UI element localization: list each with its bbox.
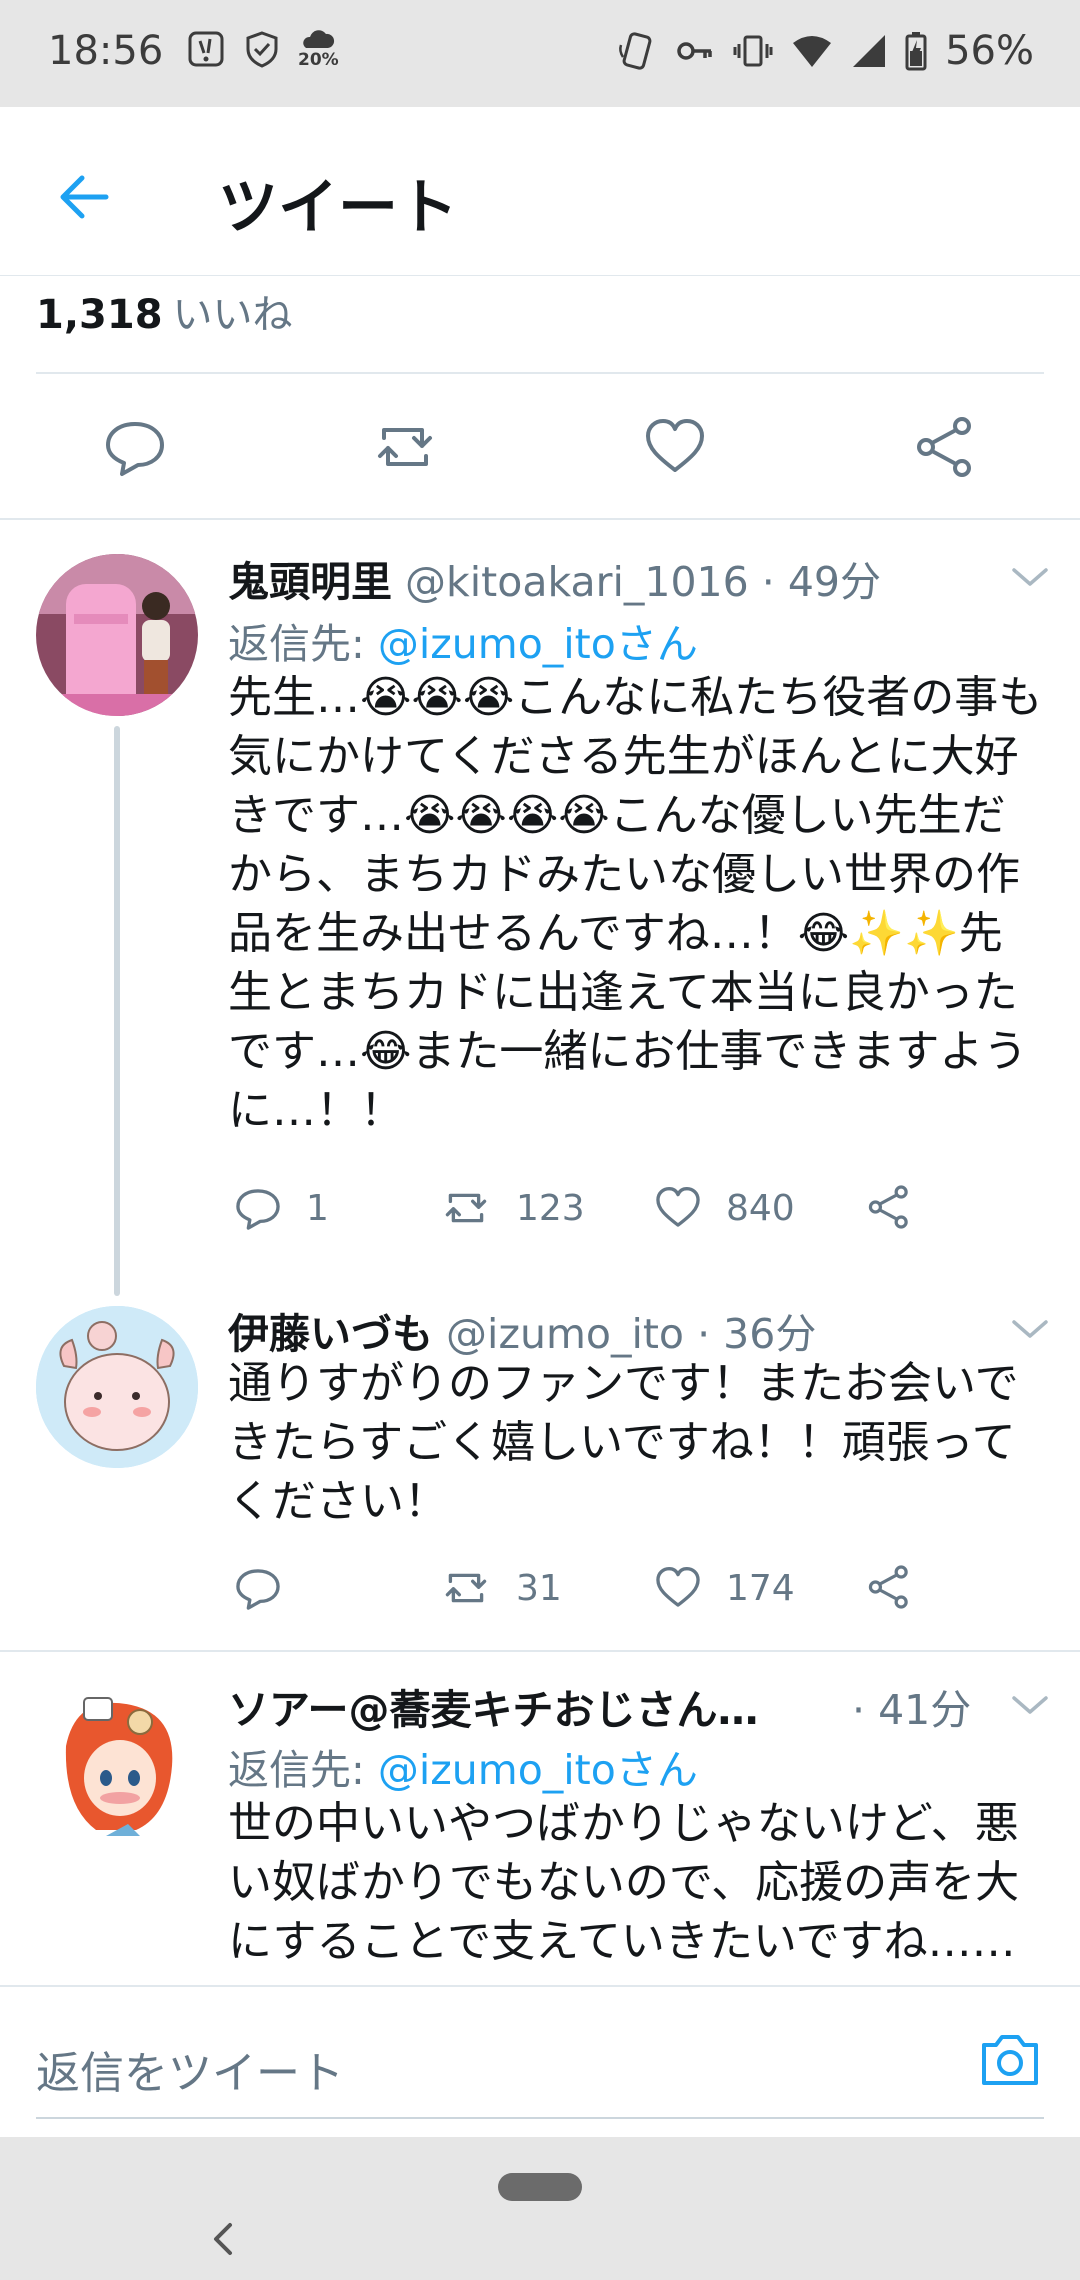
likes-label: いいね xyxy=(172,292,293,338)
weather-badge: 20% xyxy=(298,50,339,70)
tweet-text: 先生…😭😭😭こんなに私たち役者の事も気にかけてくださる先生がほんとに大好きです…… xyxy=(228,672,1043,1136)
home-pill[interactable] xyxy=(498,2173,582,2201)
wifi-icon xyxy=(793,36,832,67)
tweet-time-wrap: · 41分 xyxy=(852,1676,971,1736)
back-arrow-icon[interactable] xyxy=(52,165,116,229)
likes-summary[interactable]: 1,318 いいね xyxy=(36,282,293,340)
retweet-count: 31 xyxy=(516,1567,562,1609)
share-button[interactable] xyxy=(864,1562,914,1612)
reply-input[interactable]: 返信をツイート xyxy=(36,2037,344,2101)
status-left-icons: 20% xyxy=(186,28,339,69)
like-heart-icon xyxy=(656,1567,700,1607)
tweet-actions: 1 123 840 xyxy=(228,1182,948,1242)
share-icon xyxy=(868,1565,908,1609)
nfc-icon xyxy=(619,32,652,70)
tweet-text: 世の中いいやつばかりじゃないけど、悪い奴ばかりでもないので、応援の声を大にするこ… xyxy=(228,1798,1020,1967)
key-icon xyxy=(677,42,712,60)
system-nav-bar xyxy=(0,2137,1080,2280)
compose-underline xyxy=(36,2117,1044,2119)
display-name[interactable]: 伊藤いづも xyxy=(228,1310,433,1358)
reply-count: 1 xyxy=(306,1187,329,1229)
user-handle[interactable]: @izumo_ito xyxy=(446,1310,684,1358)
battery-percent: 56% xyxy=(945,28,1034,74)
tweet-header: 鬼頭明里 @kitoakari_1016 · 49分 xyxy=(228,548,881,608)
share-icon xyxy=(868,1185,908,1229)
avatar[interactable] xyxy=(36,554,198,716)
reply-icon[interactable] xyxy=(100,412,170,482)
reply-to: 返信先: @izumo_itoさん xyxy=(228,610,698,670)
reply-button[interactable] xyxy=(232,1562,306,1614)
like-button[interactable]: 174 xyxy=(652,1562,795,1614)
reply-icon xyxy=(236,1569,280,1610)
status-time: 18:56 xyxy=(48,28,164,74)
reply-prefix: 返信先: xyxy=(228,620,378,668)
tweet-time: · 41分 xyxy=(852,1686,972,1734)
retweet-icon xyxy=(445,1193,487,1223)
tweet-time: · 49分 xyxy=(761,558,881,606)
avatar[interactable] xyxy=(36,1306,198,1468)
display-name[interactable]: ソアー@蕎麦キチおじさん… xyxy=(228,1686,759,1734)
notification-icon xyxy=(188,31,224,66)
page-title: ツイート xyxy=(218,173,458,243)
reply-prefix: 返信先: xyxy=(228,1746,378,1794)
share-button[interactable] xyxy=(864,1182,914,1232)
battery-icon xyxy=(905,32,927,71)
vibrate-icon xyxy=(733,35,773,67)
like-count: 840 xyxy=(726,1187,795,1229)
retweet-icon xyxy=(445,1573,487,1603)
divider xyxy=(36,372,1044,374)
tweet-time: · 36分 xyxy=(697,1310,817,1358)
reply-tweet[interactable]: ソアー@蕎麦キチおじさん… · 41分 返信先: @izumo_itoさん 世の… xyxy=(0,1652,1080,1985)
chevron-down-icon[interactable] xyxy=(1008,1306,1052,1350)
retweet-button[interactable]: 31 xyxy=(438,1562,562,1614)
display-name[interactable]: 鬼頭明里 xyxy=(228,558,392,606)
weather-icon: 20% xyxy=(298,28,339,69)
like-heart-icon xyxy=(656,1187,700,1227)
share-icon[interactable] xyxy=(910,412,980,482)
reply-button[interactable]: 1 xyxy=(232,1182,329,1234)
status-bar: 18:56 20% 56% xyxy=(0,0,1080,107)
reply-tweet[interactable]: 伊藤いづも @izumo_ito · 36分 通りすがりのファンです！またお会い… xyxy=(0,1278,1080,1650)
likes-count: 1,318 xyxy=(36,292,163,338)
app-bar: ツイート xyxy=(0,107,1080,276)
chevron-down-icon[interactable] xyxy=(1008,554,1052,598)
user-handle[interactable]: @kitoakari_1016 xyxy=(405,558,749,606)
retweet-button[interactable]: 123 xyxy=(438,1182,585,1234)
like-count: 174 xyxy=(726,1567,795,1609)
reply-compose-bar[interactable]: 返信をツイート xyxy=(0,1985,1080,2139)
shield-check-icon xyxy=(246,30,278,68)
avatar[interactable] xyxy=(36,1686,198,1848)
like-button[interactable]: 840 xyxy=(652,1182,795,1234)
status-right-icons: 56% xyxy=(617,28,1034,74)
signal-icon xyxy=(853,35,886,67)
reply-to: 返信先: @izumo_itoさん xyxy=(228,1736,698,1796)
retweet-count: 123 xyxy=(516,1187,585,1229)
tweet-text: 通りすがりのファンです！またお会いできたらすごく嬉しいですね！！頑張ってください… xyxy=(228,1358,1019,1527)
nav-back-icon[interactable] xyxy=(208,2217,238,2261)
reply-to-link[interactable]: @izumo_itoさん xyxy=(378,1746,698,1794)
tweet-header: 伊藤いづも @izumo_ito · 36分 xyxy=(228,1300,816,1360)
tweet-header: ソアー@蕎麦キチおじさん… xyxy=(228,1676,759,1736)
like-heart-icon[interactable] xyxy=(640,412,710,482)
reply-to-link[interactable]: @izumo_itoさん xyxy=(378,620,698,668)
reply-tweet[interactable]: 鬼頭明里 @kitoakari_1016 · 49分 返信先: @izumo_i… xyxy=(0,518,1080,1278)
chevron-down-icon[interactable] xyxy=(1008,1682,1052,1726)
tweet-actions: 31 174 xyxy=(228,1562,948,1622)
main-tweet-actions xyxy=(0,400,1080,500)
retweet-icon[interactable] xyxy=(370,412,440,482)
camera-icon[interactable] xyxy=(976,2025,1044,2093)
reply-icon xyxy=(236,1189,280,1230)
